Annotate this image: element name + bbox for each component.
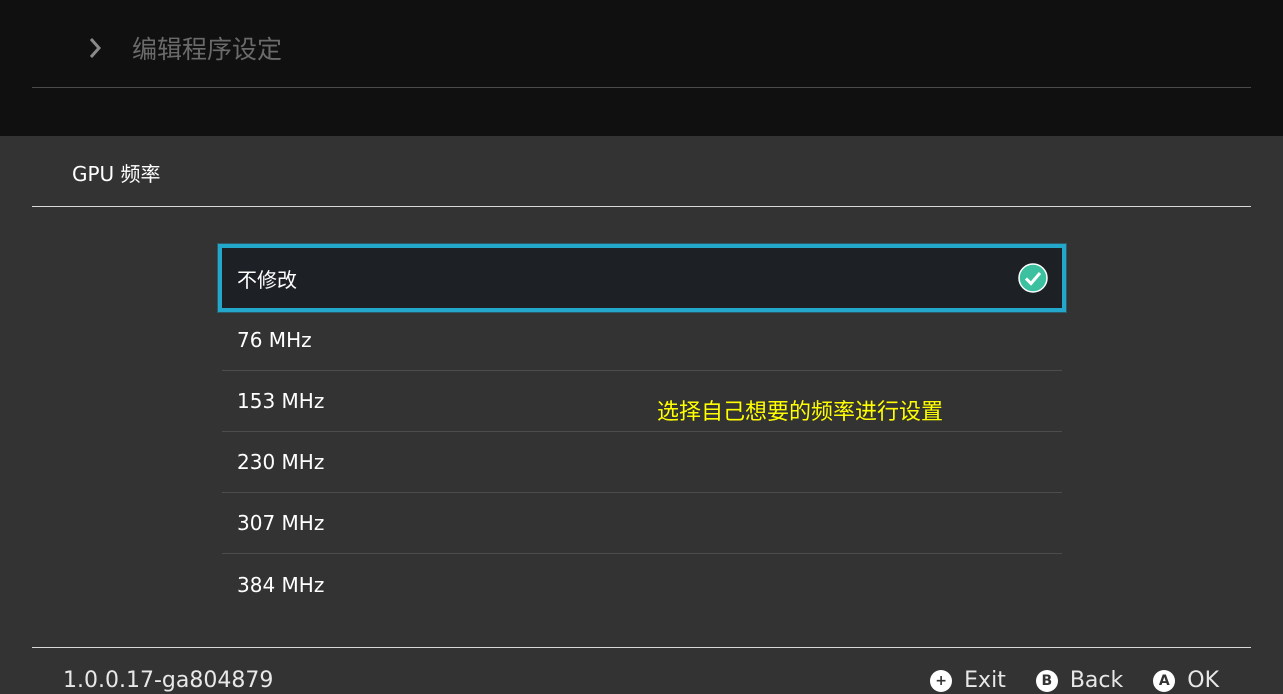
option-230mhz[interactable]: 230 MHz — [222, 432, 1062, 493]
option-no-change[interactable]: 不修改 — [218, 244, 1066, 312]
hint-annotation: 选择自己想要的频率进行设置 — [657, 400, 944, 425]
back-label: Back — [1069, 668, 1124, 693]
page-title: 编辑程序设定 — [132, 35, 283, 64]
divider — [32, 206, 1251, 207]
option-384mhz[interactable]: 384 MHz — [222, 554, 1062, 615]
option-76mhz[interactable]: 76 MHz — [222, 310, 1062, 371]
panel-title: GPU 频率 — [72, 162, 161, 186]
option-label: 307 MHz — [237, 511, 325, 535]
b-button-icon: B — [1035, 669, 1058, 692]
option-label: 230 MHz — [237, 450, 325, 474]
option-label: 76 MHz — [237, 328, 312, 352]
footer: 1.0.0.17-ga804879 + Exit B Back A OK — [0, 664, 1283, 694]
ok-label: OK — [1187, 668, 1219, 693]
divider — [32, 87, 1251, 88]
back-button[interactable]: B Back — [1035, 668, 1124, 693]
option-307mhz[interactable]: 307 MHz — [222, 493, 1062, 554]
breadcrumb: 编辑程序设定 — [84, 28, 282, 68]
frequency-option-list: 不修改 76 MHz 153 MHz 230 MHz 307 MHz 384 M… — [218, 244, 1066, 615]
option-label: 384 MHz — [237, 572, 325, 597]
option-label: 不修改 — [237, 267, 297, 292]
divider — [32, 647, 1251, 648]
top-bar: 编辑程序设定 — [0, 0, 1283, 136]
ok-button[interactable]: A OK — [1153, 668, 1219, 693]
plus-button-icon: + — [930, 669, 953, 692]
option-label: 153 MHz — [237, 389, 325, 413]
exit-button[interactable]: + Exit — [930, 668, 1006, 693]
a-button-icon: A — [1153, 669, 1176, 692]
checkmark-icon — [1018, 263, 1048, 293]
gpu-frequency-panel: GPU 频率 不修改 76 MHz 153 MHz 230 MHz 307 MH… — [0, 136, 1283, 693]
control-hints: + Exit B Back A OK — [900, 668, 1219, 693]
version-text: 1.0.0.17-ga804879 — [63, 668, 274, 693]
chevron-right-icon — [84, 37, 106, 59]
exit-label: Exit — [964, 668, 1006, 693]
